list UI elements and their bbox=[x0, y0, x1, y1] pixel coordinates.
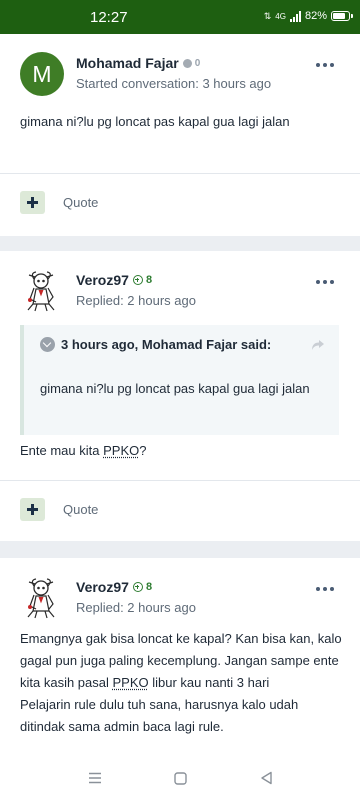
author-name[interactable]: Veroz97 bbox=[76, 579, 129, 595]
quote-button[interactable]: Quote bbox=[63, 195, 98, 210]
status-time: 12:27 bbox=[90, 9, 128, 26]
more-options-icon[interactable] bbox=[316, 587, 334, 591]
reputation-badge: 8 bbox=[132, 274, 153, 286]
reputation-count: 0 bbox=[194, 57, 201, 69]
text: kita kasih pasal bbox=[20, 675, 113, 690]
text-line: ditindak sama admin baca lagi rule. bbox=[20, 719, 224, 734]
text: libur kau nanti 3 hari bbox=[148, 675, 270, 690]
quote-button[interactable]: Quote bbox=[63, 502, 98, 517]
post-card: Veroz97 8 Replied: 2 hours ago Emangnya … bbox=[0, 558, 360, 756]
system-nav-bar bbox=[0, 756, 360, 800]
back-nav-button[interactable] bbox=[254, 766, 278, 790]
post-card: M Mohamad Fajar 0 Started conversation: … bbox=[0, 34, 360, 236]
text-line: kita kasih pasal PPKO libur kau nanti 3 … bbox=[20, 672, 342, 694]
author-name[interactable]: Mohamad Fajar bbox=[76, 55, 179, 71]
text-line: Pelajarin rule dulu tuh sana, harusnya k… bbox=[20, 697, 299, 712]
menu-icon bbox=[89, 772, 101, 784]
avatar[interactable] bbox=[20, 576, 64, 620]
text-line: Emangnya gak bisa loncat ke kapal? Kan b… bbox=[20, 631, 342, 646]
quote-block: 3 hours ago, Mohamad Fajar said: gimana … bbox=[20, 325, 339, 435]
post-content: Ente mau kita PPKO? bbox=[20, 440, 146, 461]
author-name[interactable]: Veroz97 bbox=[76, 272, 129, 288]
signal-icon bbox=[289, 10, 301, 22]
avatar[interactable] bbox=[20, 269, 64, 313]
text: ? bbox=[139, 443, 147, 458]
reputation-badge: 8 bbox=[132, 581, 153, 593]
post-content: Emangnya gak bisa loncat ke kapal? Kan b… bbox=[20, 628, 342, 738]
battery-icon bbox=[331, 11, 353, 21]
more-options-icon[interactable] bbox=[316, 63, 334, 67]
post-content: gimana ni?lu pg loncat pas kapal gua lag… bbox=[20, 114, 290, 129]
quote-text: gimana ni?lu pg loncat pas kapal gua lag… bbox=[40, 381, 310, 396]
reputation-count: 8 bbox=[145, 581, 153, 593]
avatar-letter: M bbox=[32, 60, 52, 87]
post-actions: Quote bbox=[20, 498, 98, 521]
text-line: gagal pun juga paling kecemplung. Jangan… bbox=[20, 653, 339, 668]
post-header: Veroz97 8 Replied: 2 hours ago bbox=[20, 269, 196, 313]
abbreviation[interactable]: PPKO bbox=[113, 675, 149, 690]
chevron-down-icon[interactable] bbox=[40, 337, 55, 352]
post-card: Veroz97 8 Replied: 2 hours ago 3 hours a… bbox=[0, 251, 360, 541]
menu-nav-button[interactable] bbox=[83, 766, 107, 790]
abbreviation[interactable]: PPKO bbox=[103, 443, 139, 458]
reputation-badge: 0 bbox=[182, 57, 201, 69]
post-header: Veroz97 8 Replied: 2 hours ago bbox=[20, 576, 196, 620]
battery-percent: 82% bbox=[304, 10, 327, 22]
status-icons: ⇅ 4G 82% bbox=[263, 10, 353, 22]
add-to-multiquote-button[interactable] bbox=[20, 498, 45, 521]
neutral-dot-icon bbox=[182, 58, 192, 68]
divider bbox=[0, 480, 360, 481]
square-icon bbox=[173, 771, 187, 785]
home-nav-button[interactable] bbox=[168, 766, 192, 790]
post-meta: Started conversation: 3 hours ago bbox=[76, 76, 272, 91]
divider bbox=[0, 173, 360, 174]
post-meta: Replied: 2 hours ago bbox=[76, 293, 196, 308]
text: Ente mau kita bbox=[20, 443, 104, 458]
plus-circle-icon bbox=[132, 582, 143, 592]
add-to-multiquote-button[interactable] bbox=[20, 191, 45, 214]
plus-circle-icon bbox=[132, 275, 143, 285]
go-to-post-icon[interactable] bbox=[311, 339, 325, 351]
post-meta: Replied: 2 hours ago bbox=[76, 600, 196, 615]
status-bar: 12:27 ⇅ 4G 82% bbox=[0, 0, 360, 34]
network-type: 4G bbox=[275, 11, 286, 21]
post-actions: Quote bbox=[20, 191, 98, 214]
data-transfer-icon: ⇅ bbox=[263, 10, 272, 21]
post-header: M Mohamad Fajar 0 Started conversation: … bbox=[20, 52, 271, 96]
quote-header: 3 hours ago, Mohamad Fajar said: bbox=[61, 337, 272, 352]
more-options-icon[interactable] bbox=[316, 280, 334, 284]
reputation-count: 8 bbox=[145, 274, 153, 286]
back-triangle-icon bbox=[260, 771, 272, 785]
avatar[interactable]: M bbox=[20, 52, 64, 96]
